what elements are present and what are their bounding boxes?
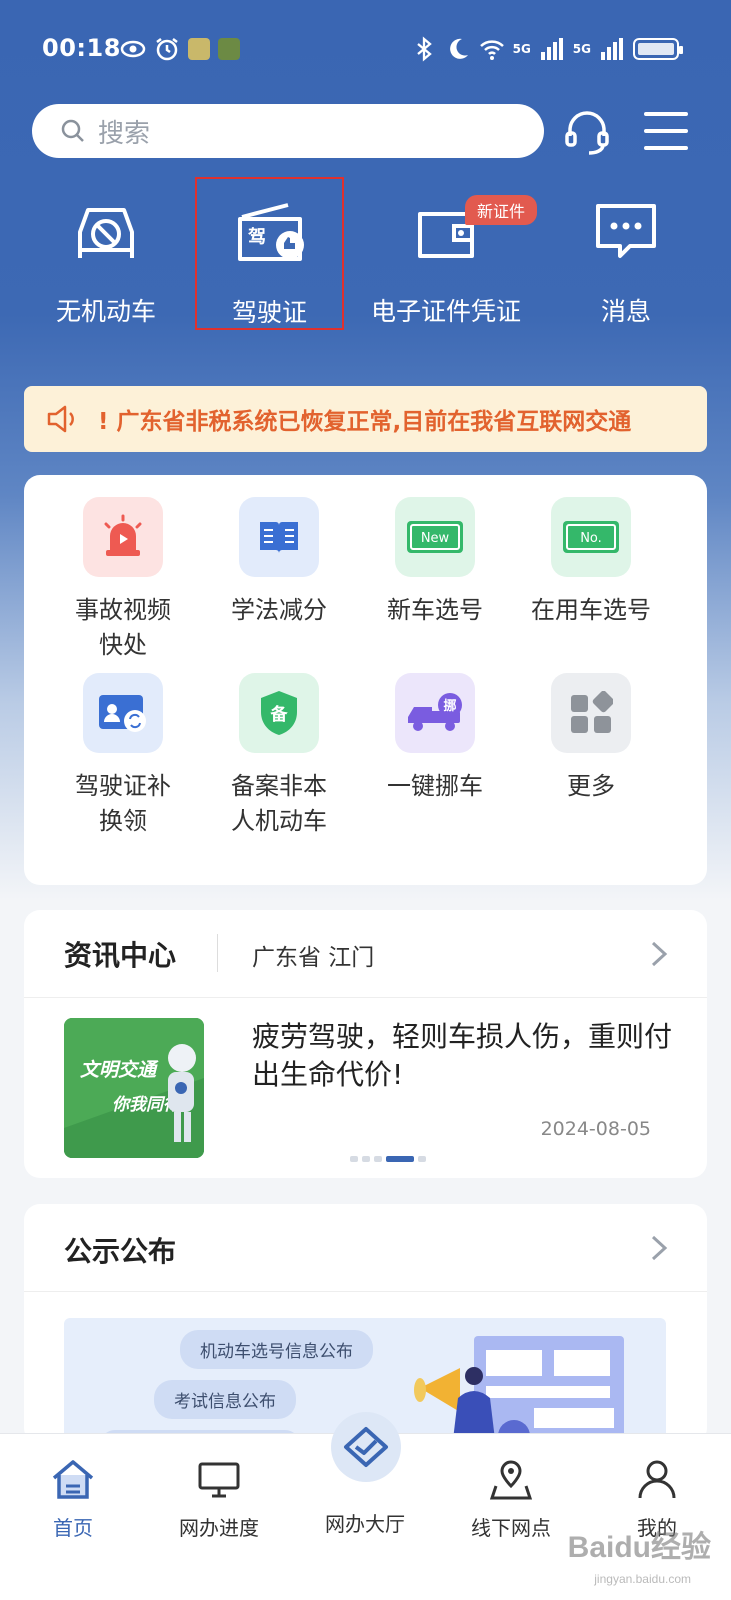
moon-icon xyxy=(449,38,468,59)
news-date: 2024-08-05 xyxy=(540,1118,651,1140)
svg-text:挪: 挪 xyxy=(443,698,456,714)
service-accident-video[interactable]: 事故视频快处 xyxy=(43,497,203,663)
service-label: 学法减分 xyxy=(231,596,327,624)
status-time: 00:18 xyxy=(42,34,121,62)
book-icon xyxy=(239,497,319,577)
tab-label: 网办进度 xyxy=(179,1516,259,1540)
svg-text:驾: 驾 xyxy=(248,226,266,248)
monitor-icon xyxy=(198,1462,240,1498)
services-card: 事故视频快处 学法减分 New 新车选号 No. 在用车选号 驾驶证补换领 备 … xyxy=(24,475,707,885)
notice-bar[interactable]: ! 广东省非税系统已恢复正常,目前在我省互联网交通 xyxy=(24,386,707,452)
svg-text:No.: No. xyxy=(580,531,602,546)
bluetooth-icon xyxy=(416,36,432,62)
license-renew-icon xyxy=(83,673,163,753)
service-label: 在用车选号 xyxy=(531,596,651,624)
speaker-icon xyxy=(47,405,74,433)
user-icon xyxy=(638,1460,676,1499)
service-more[interactable]: 更多 xyxy=(511,673,671,804)
tab-label: 网办大厅 xyxy=(325,1512,405,1536)
news-divider xyxy=(217,934,218,972)
service-label: 事故视频快处 xyxy=(75,596,171,659)
chat-notification-icon xyxy=(218,38,240,60)
quick-driver-license[interactable]: 驾 驾驶证 xyxy=(195,177,344,330)
handshake-icon xyxy=(344,1427,388,1467)
service-move-car[interactable]: 挪 一键挪车 xyxy=(355,673,515,804)
map-pin-icon xyxy=(489,1460,533,1500)
new-plate-icon: New xyxy=(395,497,475,577)
carousel-dots xyxy=(350,1156,426,1162)
news-thumbnail[interactable]: 文明交通 你我同行 xyxy=(64,1018,204,1158)
quick-messages[interactable]: 消息 xyxy=(566,180,686,328)
tab-home[interactable]: 首页 xyxy=(0,1434,146,1541)
news-title: 资讯中心 xyxy=(64,939,177,972)
tab-label: 首页 xyxy=(53,1516,93,1540)
news-region: 广东省 江门 xyxy=(252,945,375,971)
news-headline[interactable]: 疲劳驾驶，轻则车损人伤，重则付出生命代价! xyxy=(252,1018,672,1094)
message-icon xyxy=(596,204,656,258)
search-icon xyxy=(61,119,84,142)
menu-icon[interactable] xyxy=(642,110,690,152)
quick-messages-label: 消息 xyxy=(600,297,651,326)
news-header[interactable]: 资讯中心 广东省 江门 xyxy=(24,910,707,998)
bottom-tab-bar: 首页 网办进度 网办大厅 线下网点 我的 Baidu经验 jingyan.bai… xyxy=(0,1412,731,1600)
tab-progress[interactable]: 网办进度 xyxy=(146,1434,292,1541)
online-hall-fab[interactable] xyxy=(331,1412,401,1482)
service-study-law[interactable]: 学法减分 xyxy=(199,497,359,628)
pill-exam-info[interactable]: 考试信息公布 xyxy=(154,1380,296,1419)
wifi-icon xyxy=(479,40,504,60)
customer-service-icon[interactable] xyxy=(562,108,612,158)
record-shield-icon: 备 xyxy=(239,673,319,753)
battery-icon xyxy=(633,38,683,60)
service-record-vehicle[interactable]: 备 备案非本人机动车 xyxy=(199,673,359,839)
chevron-right-icon[interactable] xyxy=(649,940,669,968)
quick-no-vehicle[interactable]: 无机动车 xyxy=(46,180,166,328)
eye-icon xyxy=(120,40,146,58)
signal-icon-2 xyxy=(601,38,623,60)
driver-license-icon: 驾 xyxy=(237,203,304,261)
pill-plate-info[interactable]: 机动车选号信息公布 xyxy=(180,1330,373,1369)
search-placeholder: 搜索 xyxy=(98,118,151,149)
siren-icon xyxy=(83,497,163,577)
alarm-icon xyxy=(156,38,178,61)
notice-text: ! 广东省非税系统已恢复正常,目前在我省互联网交通 xyxy=(98,409,632,435)
service-label: 更多 xyxy=(567,772,615,800)
quick-actions: 无机动车 驾 驾驶证 电子证件凭证 消息 xyxy=(0,177,731,330)
network-5g-label: 5G xyxy=(512,42,531,56)
tab-offline-points[interactable]: 线下网点 xyxy=(438,1434,584,1541)
public-title: 公示公布 xyxy=(64,1235,177,1268)
watermark-logo: Baidu经验 xyxy=(567,1531,711,1564)
service-license-renew[interactable]: 驾驶证补换领 xyxy=(43,673,203,839)
service-label: 备案非本人机动车 xyxy=(231,772,327,835)
more-apps-icon xyxy=(551,673,631,753)
move-car-icon: 挪 xyxy=(395,673,475,753)
service-used-car-plate[interactable]: No. 在用车选号 xyxy=(511,497,671,628)
svg-text:文明交通: 文明交通 xyxy=(80,1059,159,1081)
news-card: 资讯中心 广东省 江门 文明交通 你我同行 疲劳驾驶，轻则车损人伤，重则付出生命… xyxy=(24,910,707,1178)
service-label: 一键挪车 xyxy=(387,772,483,800)
public-header[interactable]: 公示公布 xyxy=(24,1204,707,1292)
tab-label: 线下网点 xyxy=(471,1516,551,1540)
watermark-url: jingyan.baidu.com xyxy=(594,1572,691,1586)
no-plate-icon: No. xyxy=(551,497,631,577)
signal-icon xyxy=(540,38,563,60)
svg-text:备: 备 xyxy=(270,704,289,725)
announcement-illustration xyxy=(414,1336,624,1448)
svg-text:New: New xyxy=(421,531,450,546)
app-notification-icon xyxy=(188,38,210,60)
service-label: 新车选号 xyxy=(387,596,483,624)
network-5g-label-2: 5G xyxy=(572,42,591,56)
new-certificate-badge: 新证件 xyxy=(465,195,538,225)
public-card: 公示公布 机动车选号信息公布 考试信息公布 xyxy=(24,1204,707,1448)
search-input[interactable]: 搜索 xyxy=(32,104,544,158)
search-row: 搜索 xyxy=(32,104,702,158)
no-car-icon xyxy=(78,208,134,258)
quick-e-certificate-label: 电子证件凭证 xyxy=(370,297,521,326)
quick-no-vehicle-label: 无机动车 xyxy=(55,297,156,326)
status-bar: 00:18 5G 5G xyxy=(0,28,731,72)
service-label: 驾驶证补换领 xyxy=(75,772,171,835)
home-icon xyxy=(52,1460,94,1499)
service-new-car-plate[interactable]: New 新车选号 xyxy=(355,497,515,628)
quick-driver-license-label: 驾驶证 xyxy=(231,298,307,327)
chevron-right-icon[interactable] xyxy=(649,1234,669,1262)
